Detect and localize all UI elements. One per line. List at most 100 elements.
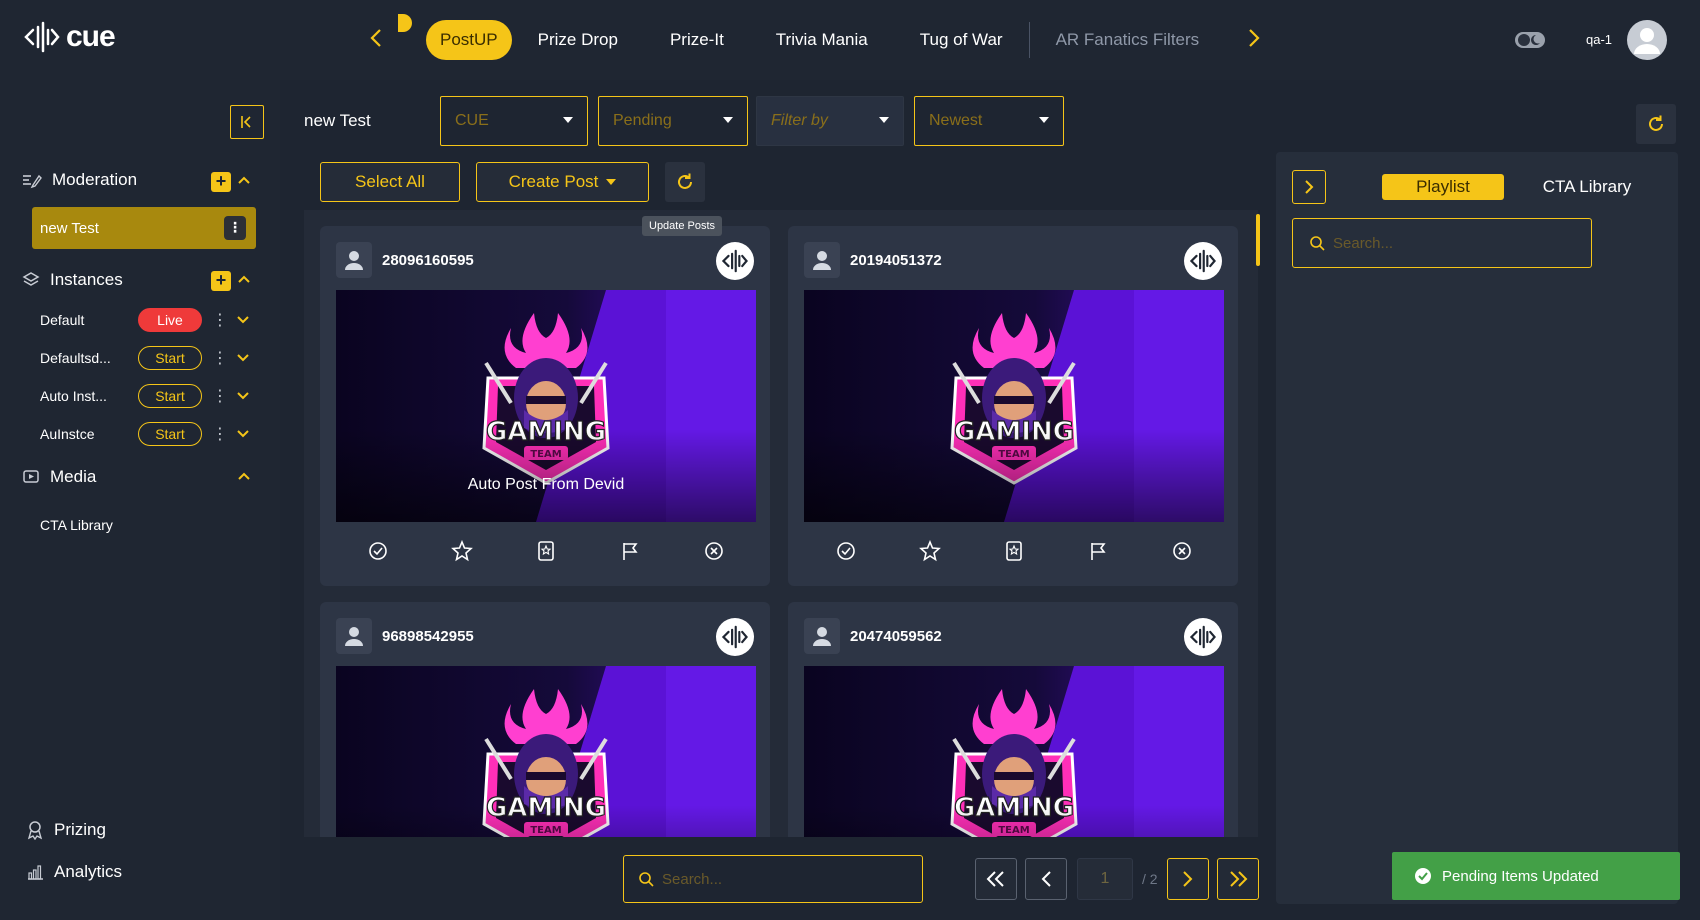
instance-menu-icon[interactable]: ⋮ <box>208 386 232 406</box>
first-page-button[interactable] <box>975 858 1017 900</box>
instance-expand-chevron-icon[interactable] <box>236 389 250 404</box>
post-header: 20474059562 <box>804 618 942 654</box>
flag-button[interactable] <box>1087 540 1109 562</box>
instances-section[interactable]: Instances <box>22 270 123 290</box>
moderation-section[interactable]: Moderation <box>22 170 137 190</box>
post-avatar <box>336 618 372 654</box>
flag-button[interactable] <box>619 540 641 562</box>
bookmark-star-button[interactable] <box>535 540 557 562</box>
instances-collapse-chevron-icon[interactable] <box>237 271 251 287</box>
reject-x-button[interactable] <box>1171 540 1193 562</box>
user-avatar[interactable] <box>1627 20 1667 60</box>
instance-expand-chevron-icon[interactable] <box>236 313 250 328</box>
post-image[interactable]: GAMINGTEAM <box>804 666 1224 837</box>
nav-prev-arrow[interactable] <box>362 26 390 54</box>
right-refresh-button[interactable] <box>1636 104 1676 144</box>
instance-row[interactable]: Auto Inst... Start ⋮ <box>40 383 260 409</box>
favorite-star-button[interactable] <box>919 540 941 562</box>
post-source-logo-icon[interactable] <box>1184 618 1222 656</box>
posts-search-input[interactable] <box>662 870 861 888</box>
moderation-item-new-test[interactable]: new Test ⋮ <box>32 207 256 249</box>
sort-select[interactable]: Newest <box>914 96 1064 146</box>
media-collapse-chevron-icon[interactable] <box>237 468 251 484</box>
instance-expand-chevron-icon[interactable] <box>236 427 250 442</box>
theme-toggle-icon[interactable] <box>1514 30 1546 55</box>
instance-row[interactable]: Default Live ⋮ <box>40 307 260 333</box>
instance-status-badge[interactable]: Live <box>138 308 202 332</box>
post-header: 20194051372 <box>804 242 942 278</box>
item-menu-icon[interactable]: ⋮ <box>224 216 246 240</box>
post-card[interactable]: 20194051372 GAMINGTEAM <box>788 226 1238 586</box>
cue-waveform-icon <box>24 21 60 53</box>
current-page-input[interactable]: 1 <box>1077 858 1133 900</box>
last-page-button[interactable] <box>1217 858 1259 900</box>
post-image[interactable]: GAMINGTEAM <box>336 666 756 837</box>
cue-logo[interactable]: cue <box>24 20 116 54</box>
post-card[interactable]: 20474059562 GAMINGTEAM <box>788 602 1238 837</box>
filter-by-placeholder: Filter by <box>771 112 828 129</box>
favorite-star-button[interactable] <box>451 540 473 562</box>
instance-status-badge[interactable]: Start <box>138 384 202 408</box>
instance-expand-chevron-icon[interactable] <box>236 351 250 366</box>
status-select[interactable]: Pending <box>598 96 748 146</box>
chevron-right-icon <box>1305 180 1314 194</box>
reject-x-icon <box>1173 542 1191 560</box>
post-source-logo-icon[interactable] <box>716 618 754 656</box>
caret-down-icon <box>563 117 573 123</box>
posts-search[interactable] <box>623 855 923 903</box>
approve-check-button[interactable] <box>835 540 857 562</box>
bookmark-star-button[interactable] <box>1003 540 1025 562</box>
tab-prize-it[interactable]: Prize-It <box>644 20 750 60</box>
select-all-button[interactable]: Select All <box>320 162 460 202</box>
sort-select-value: Newest <box>929 112 983 129</box>
instance-status-badge[interactable]: Start <box>138 346 202 370</box>
create-post-button[interactable]: Create Post <box>476 162 649 202</box>
sidebar-item-analytics[interactable]: Analytics <box>26 862 122 882</box>
instance-menu-icon[interactable]: ⋮ <box>208 310 232 330</box>
approve-check-button[interactable] <box>367 540 389 562</box>
instance-status-badge[interactable]: Start <box>138 422 202 446</box>
post-source-logo-icon[interactable] <box>1184 242 1222 280</box>
filter-by-select[interactable]: Filter by <box>756 96 904 146</box>
reject-x-icon <box>705 542 723 560</box>
playlist-search-input[interactable] <box>1333 234 1532 252</box>
tab-ar-fanatics-filters[interactable]: AR Fanatics Filters <box>1030 20 1226 60</box>
post-source-logo-icon[interactable] <box>716 242 754 280</box>
post-id: 28096160595 <box>382 251 474 269</box>
next-page-button[interactable] <box>1167 858 1209 900</box>
panel-expand-button[interactable] <box>1292 170 1326 204</box>
instance-name: AuInstce <box>40 426 95 442</box>
prev-page-button[interactable] <box>1025 858 1067 900</box>
playlist-search[interactable] <box>1292 218 1592 268</box>
sidebar-collapse-button[interactable] <box>230 105 264 139</box>
post-card[interactable]: 96898542955 GAMINGTEAM <box>320 602 770 837</box>
sidebar-item-prizing[interactable]: Prizing <box>26 820 106 840</box>
reject-x-button[interactable] <box>703 540 725 562</box>
prizing-label: Prizing <box>54 820 106 839</box>
tab-trivia-mania[interactable]: Trivia Mania <box>750 20 894 60</box>
instance-row[interactable]: Defaultsd... Start ⋮ <box>40 345 260 371</box>
tab-playlist[interactable]: Playlist <box>1382 174 1504 200</box>
tab-tug-of-war[interactable]: Tug of War <box>894 20 1029 60</box>
post-card[interactable]: 28096160595 GAMINGTEAMAuto Post From Devi… <box>320 226 770 586</box>
status-select-value: Pending <box>613 112 672 129</box>
instance-menu-icon[interactable]: ⋮ <box>208 348 232 368</box>
favorite-star-icon <box>451 540 473 562</box>
add-instance-button[interactable]: + <box>211 271 231 291</box>
post-image[interactable]: GAMINGTEAMAuto Post From Devid <box>336 290 756 522</box>
update-posts-button[interactable] <box>665 162 705 202</box>
tab-prize-drop[interactable]: Prize Drop <box>512 20 644 60</box>
media-section[interactable]: Media <box>22 467 96 487</box>
tab-postup[interactable]: PostUP <box>426 20 512 60</box>
posts-scrollbar[interactable] <box>1256 214 1260 266</box>
moderation-collapse-chevron-icon[interactable] <box>237 172 251 188</box>
approve-check-icon <box>837 542 855 560</box>
nav-next-arrow[interactable] <box>1240 26 1268 54</box>
instance-row[interactable]: AuInstce Start ⋮ <box>40 421 260 447</box>
tab-cta-library[interactable]: CTA Library <box>1532 174 1642 200</box>
source-select[interactable]: CUE <box>440 96 588 146</box>
add-moderation-button[interactable]: + <box>211 172 231 192</box>
post-image[interactable]: GAMINGTEAM <box>804 290 1224 522</box>
instance-menu-icon[interactable]: ⋮ <box>208 424 232 444</box>
sidebar-item-cta-library[interactable]: CTA Library <box>40 517 113 533</box>
